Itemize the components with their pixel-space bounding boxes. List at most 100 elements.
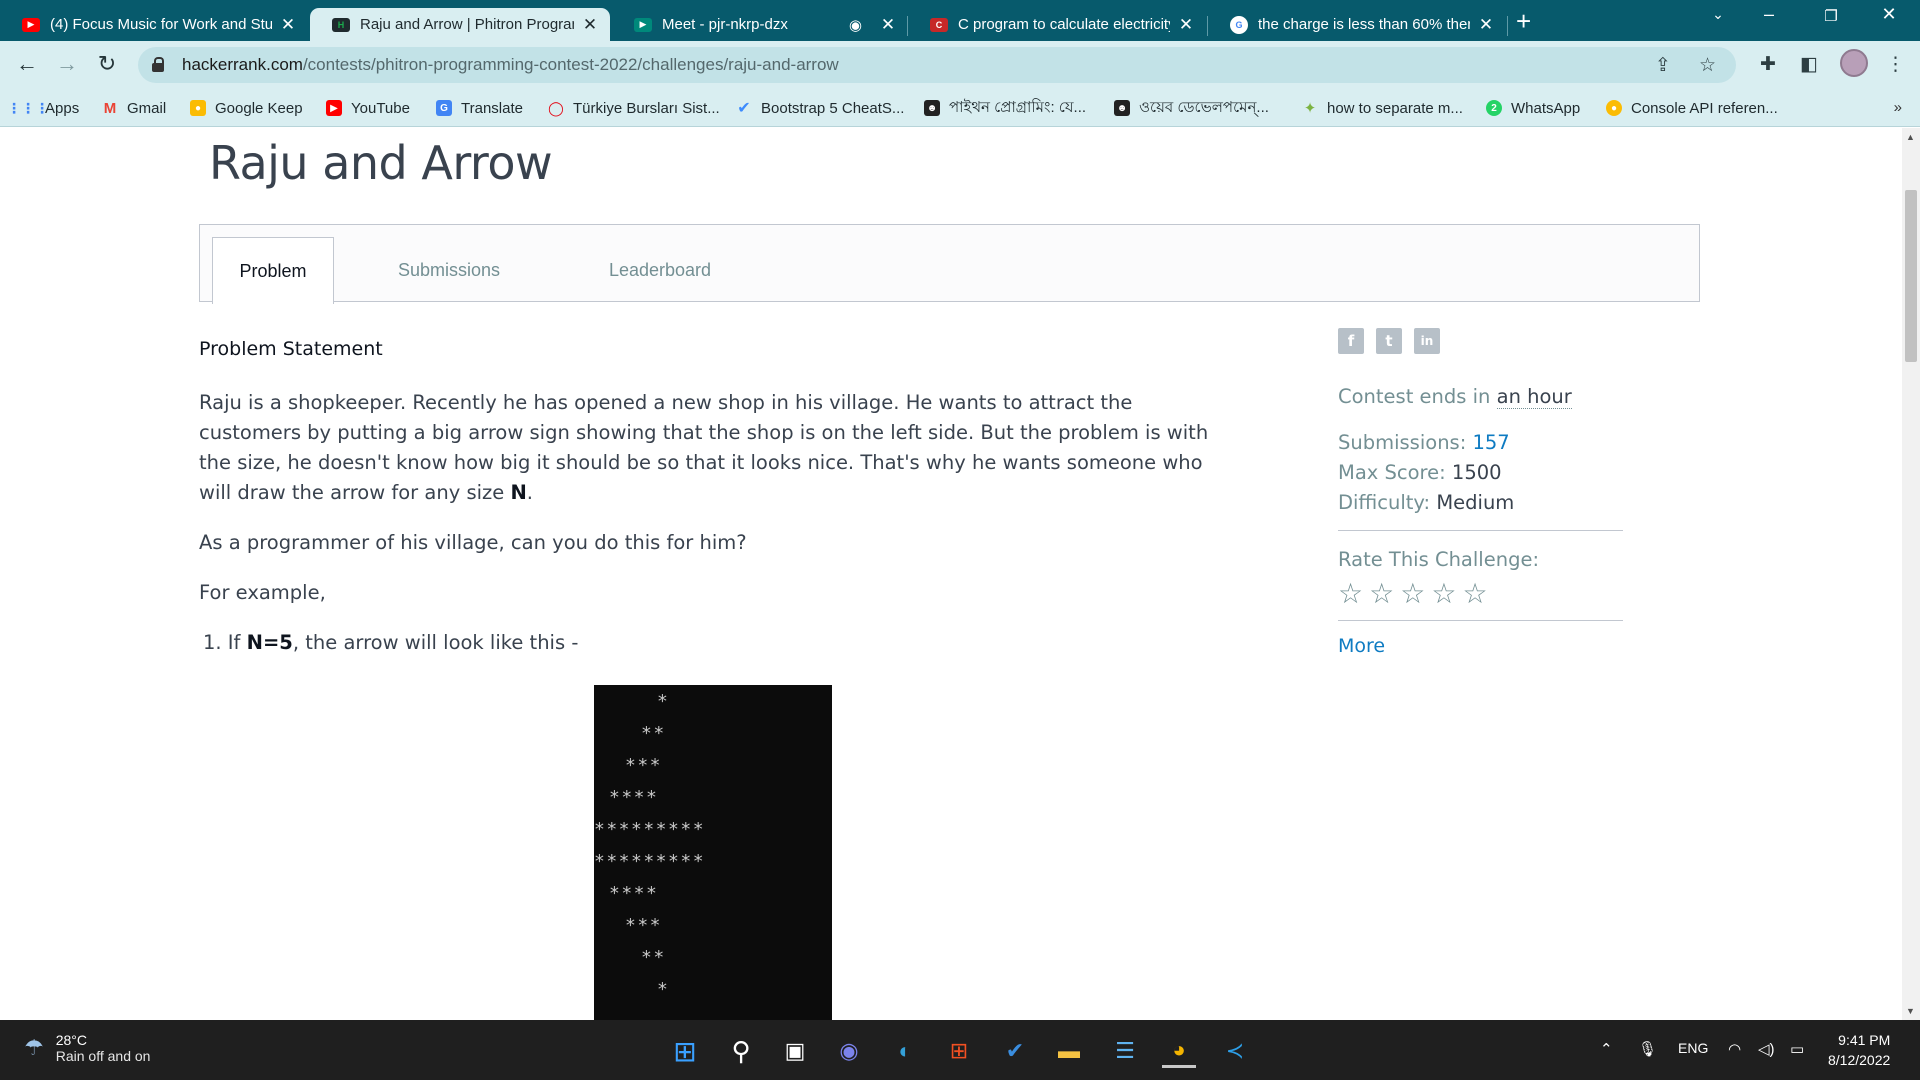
tab-close-icon[interactable]: ✕ bbox=[1176, 15, 1196, 35]
bookmark-turkiye-burslari[interactable]: ◯ Türkiye Bursları Sist... bbox=[548, 97, 720, 119]
bookmark-translate[interactable]: G Translate bbox=[436, 97, 523, 119]
vscode-icon[interactable]: ≺ bbox=[1218, 1034, 1252, 1068]
search-icon[interactable]: ⚲ bbox=[724, 1034, 758, 1068]
max-score: Max Score: 1500 bbox=[1338, 461, 1502, 484]
chrome-icon[interactable]: ◕ bbox=[1162, 1034, 1196, 1068]
edge-icon[interactable]: ◐ bbox=[888, 1034, 922, 1068]
bookmark-gmail[interactable]: M Gmail bbox=[102, 97, 166, 119]
recording-icon: ◉ bbox=[848, 16, 862, 34]
bookmark-console-api[interactable]: ● Console API referen... bbox=[1606, 97, 1778, 119]
bookmark-star-icon[interactable]: ☆ bbox=[1699, 54, 1716, 77]
tab-divider bbox=[1507, 16, 1508, 36]
divider bbox=[1338, 530, 1623, 531]
google-icon: G bbox=[1230, 15, 1248, 34]
chrome-menu-icon[interactable]: ⋮ bbox=[1886, 53, 1905, 76]
star-icon[interactable]: ☆ bbox=[1400, 577, 1425, 610]
file-explorer-icon[interactable]: ▬ bbox=[1052, 1034, 1086, 1068]
teams-chat-icon[interactable]: ◉ bbox=[832, 1034, 866, 1068]
side-panel-icon[interactable]: ◧ bbox=[1800, 53, 1818, 76]
page-title: Raju and Arrow bbox=[209, 136, 553, 190]
lock-icon[interactable] bbox=[152, 57, 166, 73]
bookmark-web-dev-bn[interactable]: ☻ ওয়েব ডেভেলপমেন্... bbox=[1114, 97, 1269, 119]
tab-electricity-program[interactable]: C C program to calculate electricity ✕ bbox=[908, 8, 1206, 41]
bn-site-icon: ☻ bbox=[924, 100, 940, 116]
minimize-button[interactable]: – bbox=[1746, 4, 1792, 25]
bookmark-bootstrap[interactable]: ✔ Bootstrap 5 CheatS... bbox=[736, 97, 904, 119]
linkedin-icon[interactable]: in bbox=[1414, 328, 1440, 354]
scroll-thumb[interactable] bbox=[1905, 190, 1917, 362]
submissions-link[interactable]: 157 bbox=[1472, 431, 1509, 454]
bookmarks-more-button[interactable]: » bbox=[1894, 99, 1902, 116]
scroll-up-icon[interactable]: ▲ bbox=[1906, 132, 1915, 142]
star-icon[interactable]: ☆ bbox=[1369, 577, 1394, 610]
tab-problem[interactable]: Problem bbox=[212, 237, 334, 304]
back-button[interactable]: ← bbox=[12, 51, 42, 77]
microphone-icon[interactable]: 🎙︎ bbox=[1638, 1040, 1657, 1058]
tab-raju-and-arrow[interactable]: H Raju and Arrow | Phitron Program ✕ bbox=[310, 8, 610, 41]
new-tab-button[interactable]: + bbox=[1516, 6, 1531, 37]
star-icon[interactable]: ☆ bbox=[1338, 577, 1363, 610]
scroll-down-icon[interactable]: ▼ bbox=[1906, 1006, 1915, 1016]
todo-icon[interactable]: ✔ bbox=[998, 1034, 1032, 1068]
facebook-icon[interactable]: f bbox=[1338, 328, 1364, 354]
turkiye-icon: ◯ bbox=[548, 99, 564, 116]
problem-description: Raju is a shopkeeper. Recently he has op… bbox=[199, 391, 1209, 504]
tab-leaderboard[interactable]: Leaderboard bbox=[586, 237, 734, 303]
tab-focus-music[interactable]: ▶ (4) Focus Music for Work and Stu ✕ bbox=[0, 8, 308, 41]
close-window-button[interactable]: ✕ bbox=[1866, 4, 1912, 25]
arrow-row: *** bbox=[625, 755, 663, 776]
bookmark-whatsapp[interactable]: 2 WhatsApp bbox=[1486, 97, 1580, 119]
tab-submissions[interactable]: Submissions bbox=[376, 237, 522, 303]
profile-avatar[interactable] bbox=[1840, 49, 1868, 77]
tab-close-icon[interactable]: ✕ bbox=[1476, 15, 1496, 35]
reload-button[interactable]: ↻ bbox=[92, 51, 122, 77]
example-list-item: 1. If N=5, the arrow will look like this… bbox=[203, 631, 579, 654]
tray-overflow-icon[interactable]: ⌃ bbox=[1600, 1040, 1613, 1058]
share-icon[interactable]: ⇪ bbox=[1655, 54, 1671, 77]
forward-button[interactable]: → bbox=[52, 51, 82, 77]
contest-ends-value: an hour bbox=[1496, 385, 1572, 409]
chrome-icon: ● bbox=[1606, 100, 1622, 116]
tab-search-icon[interactable]: ⌄ bbox=[1695, 6, 1741, 23]
arrow-row: **** bbox=[609, 787, 659, 808]
weather-widget[interactable]: ☂ 28°C Rain off and on bbox=[24, 1032, 150, 1064]
start-windows-icon[interactable]: ⊞ bbox=[668, 1034, 702, 1068]
extensions-puzzle-icon[interactable]: ✚ bbox=[1760, 53, 1776, 76]
arrow-row: ** bbox=[641, 723, 666, 744]
more-link[interactable]: More bbox=[1338, 635, 1623, 657]
tab-strip: ▶ (4) Focus Music for Work and Stu ✕ H R… bbox=[0, 0, 1920, 41]
youtube-icon: ▶ bbox=[22, 17, 40, 32]
address-bar[interactable]: hackerrank.com/contests/phitron-programm… bbox=[138, 47, 1736, 83]
tab-meet[interactable]: ▶ Meet - pjr-nkrp-dzx ◉ ✕ bbox=[612, 8, 908, 41]
store-icon[interactable]: ⊞ bbox=[942, 1034, 976, 1068]
star-icon[interactable]: ☆ bbox=[1462, 577, 1487, 610]
tab-close-icon[interactable]: ✕ bbox=[580, 15, 600, 35]
restore-button[interactable]: ❐ bbox=[1808, 7, 1854, 25]
bookmark-how-to-separate[interactable]: ✦ how to separate m... bbox=[1302, 97, 1463, 119]
twitter-icon[interactable]: t bbox=[1376, 328, 1402, 354]
battery-icon[interactable]: ▭ bbox=[1790, 1040, 1804, 1058]
tab-close-icon[interactable]: ✕ bbox=[878, 15, 898, 35]
tab-google-search[interactable]: G the charge is less than 60% then ✕ bbox=[1208, 8, 1506, 41]
whatsapp-icon: 2 bbox=[1486, 100, 1502, 116]
system-clock[interactable]: 9:41 PM 8/12/2022 bbox=[1828, 1030, 1890, 1070]
wifi-icon[interactable]: ◠ bbox=[1728, 1040, 1741, 1058]
language-indicator[interactable]: ENG bbox=[1678, 1040, 1708, 1056]
task-view-icon[interactable]: ▣ bbox=[778, 1034, 812, 1068]
notepad-icon[interactable]: ☰ bbox=[1108, 1034, 1142, 1068]
rate-challenge-label: Rate This Challenge: bbox=[1338, 548, 1540, 571]
star-icon[interactable]: ☆ bbox=[1431, 577, 1456, 610]
volume-icon[interactable]: ◁) bbox=[1758, 1040, 1775, 1058]
codeforwin-icon: C bbox=[930, 17, 948, 32]
bookmark-python-bn[interactable]: ☻ পাইথন প্রোগ্রামিং: যে... bbox=[924, 97, 1086, 119]
tab-close-icon[interactable]: ✕ bbox=[278, 15, 298, 35]
bookmark-google-keep[interactable]: ● Google Keep bbox=[190, 97, 303, 119]
bookmark-youtube[interactable]: ▶ YouTube bbox=[326, 97, 410, 119]
apps-grid-icon: ⋮⋮⋮ bbox=[7, 99, 49, 116]
arrow-example-image: * ** *** **** ********* ********* **** *… bbox=[594, 685, 832, 1020]
difficulty: Difficulty: Medium bbox=[1338, 491, 1515, 514]
arrow-row: *** bbox=[625, 915, 663, 936]
problem-question: As a programmer of his village, can you … bbox=[199, 531, 747, 554]
bookmark-apps[interactable]: ⋮⋮⋮ Apps bbox=[7, 97, 79, 119]
page-scrollbar[interactable]: ▲ ▼ bbox=[1902, 128, 1920, 1020]
